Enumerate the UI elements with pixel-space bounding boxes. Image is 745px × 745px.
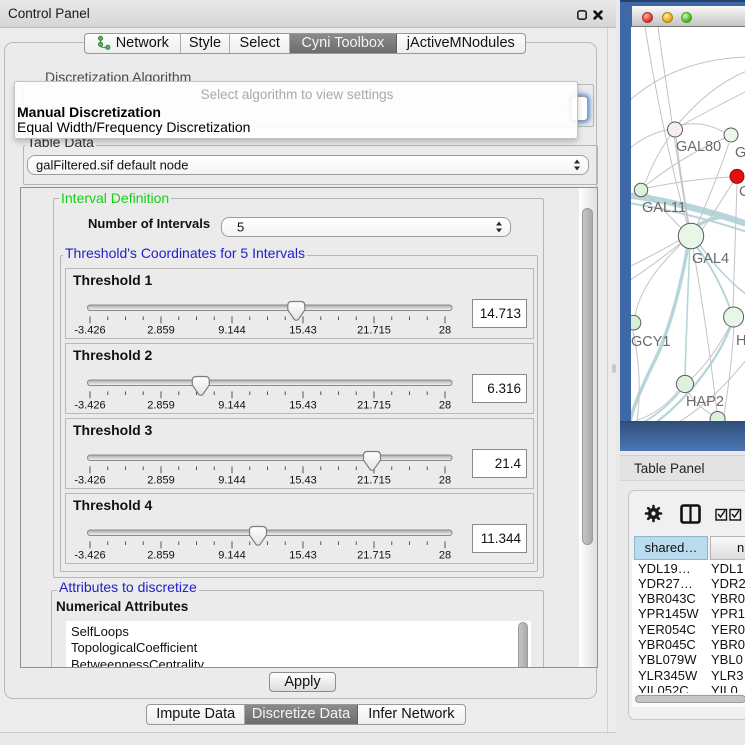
svg-text:15.43: 15.43 <box>289 400 317 412</box>
svg-text:HAP2: HAP2 <box>686 394 724 410</box>
svg-text:GAL80: GAL80 <box>676 139 721 155</box>
svg-text:2.859: 2.859 <box>147 475 175 487</box>
svg-text:28: 28 <box>439 400 451 412</box>
svg-text:C: C <box>739 184 745 200</box>
svg-text:28: 28 <box>439 325 451 337</box>
svg-text:-3.426: -3.426 <box>74 325 105 337</box>
svg-text:21.715: 21.715 <box>357 475 391 487</box>
svg-text:9.144: 9.144 <box>218 325 246 337</box>
svg-text:21.715: 21.715 <box>357 550 391 562</box>
svg-text:15.43: 15.43 <box>289 550 317 562</box>
svg-text:G: G <box>735 145 745 161</box>
svg-text:GAL11: GAL11 <box>642 200 686 216</box>
svg-text:-3.426: -3.426 <box>74 475 105 487</box>
svg-text:-3.426: -3.426 <box>74 550 105 562</box>
svg-text:21.715: 21.715 <box>357 325 391 337</box>
svg-text:9.144: 9.144 <box>218 475 246 487</box>
svg-text:15.43: 15.43 <box>289 475 317 487</box>
svg-text:28: 28 <box>439 550 451 562</box>
svg-text:-3.426: -3.426 <box>74 400 105 412</box>
svg-text:2.859: 2.859 <box>147 400 175 412</box>
svg-text:2.859: 2.859 <box>147 550 175 562</box>
svg-text:28: 28 <box>439 475 451 487</box>
svg-text:GAL4: GAL4 <box>692 251 729 267</box>
svg-text:15.43: 15.43 <box>289 325 317 337</box>
svg-text:2.859: 2.859 <box>147 325 175 337</box>
svg-text:9.144: 9.144 <box>218 400 246 412</box>
svg-text:21.715: 21.715 <box>357 400 391 412</box>
svg-text:H: H <box>736 333 745 349</box>
svg-text:GCY1: GCY1 <box>631 334 671 350</box>
svg-text:9.144: 9.144 <box>218 550 246 562</box>
